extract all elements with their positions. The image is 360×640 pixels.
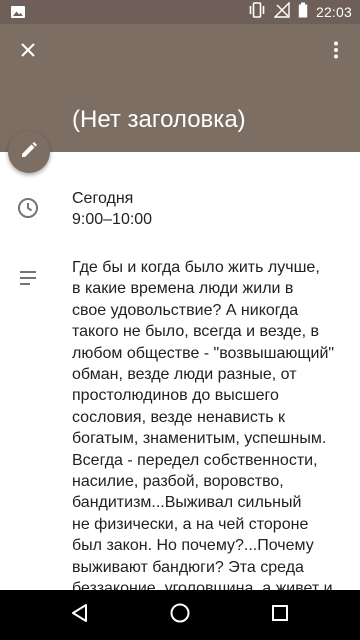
navigation-bar: [0, 590, 360, 640]
notes-icon: [16, 266, 40, 295]
more-vert-icon: [333, 41, 339, 64]
app-bar: (Нет заголовка): [0, 24, 360, 152]
status-time: 22:03: [315, 4, 352, 20]
battery-icon: [298, 2, 308, 23]
wifi-off-icon: [273, 0, 290, 23]
status-bar: 22:03: [0, 0, 360, 24]
event-time-range: 9:00–10:00: [72, 211, 153, 228]
vibrate-icon: [248, 1, 266, 23]
recents-icon: [271, 604, 289, 627]
pencil-icon: [20, 141, 38, 164]
close-button[interactable]: [8, 32, 48, 72]
event-title: (Нет заголовка): [72, 106, 246, 133]
clock-icon: [16, 196, 40, 225]
image-icon: [10, 4, 26, 25]
recents-button[interactable]: [266, 601, 294, 629]
close-icon: [20, 42, 36, 63]
back-icon: [70, 603, 90, 628]
back-button[interactable]: [66, 601, 94, 629]
event-description: Где бы и когда было жить лучше, в какие …: [72, 259, 335, 590]
event-time: Сегодня 9:00–10:00: [72, 188, 152, 230]
edit-button[interactable]: [8, 131, 50, 173]
home-button[interactable]: [166, 601, 194, 629]
home-icon: [169, 602, 191, 629]
event-day: Сегодня: [72, 190, 134, 207]
more-options-button[interactable]: [316, 32, 356, 72]
